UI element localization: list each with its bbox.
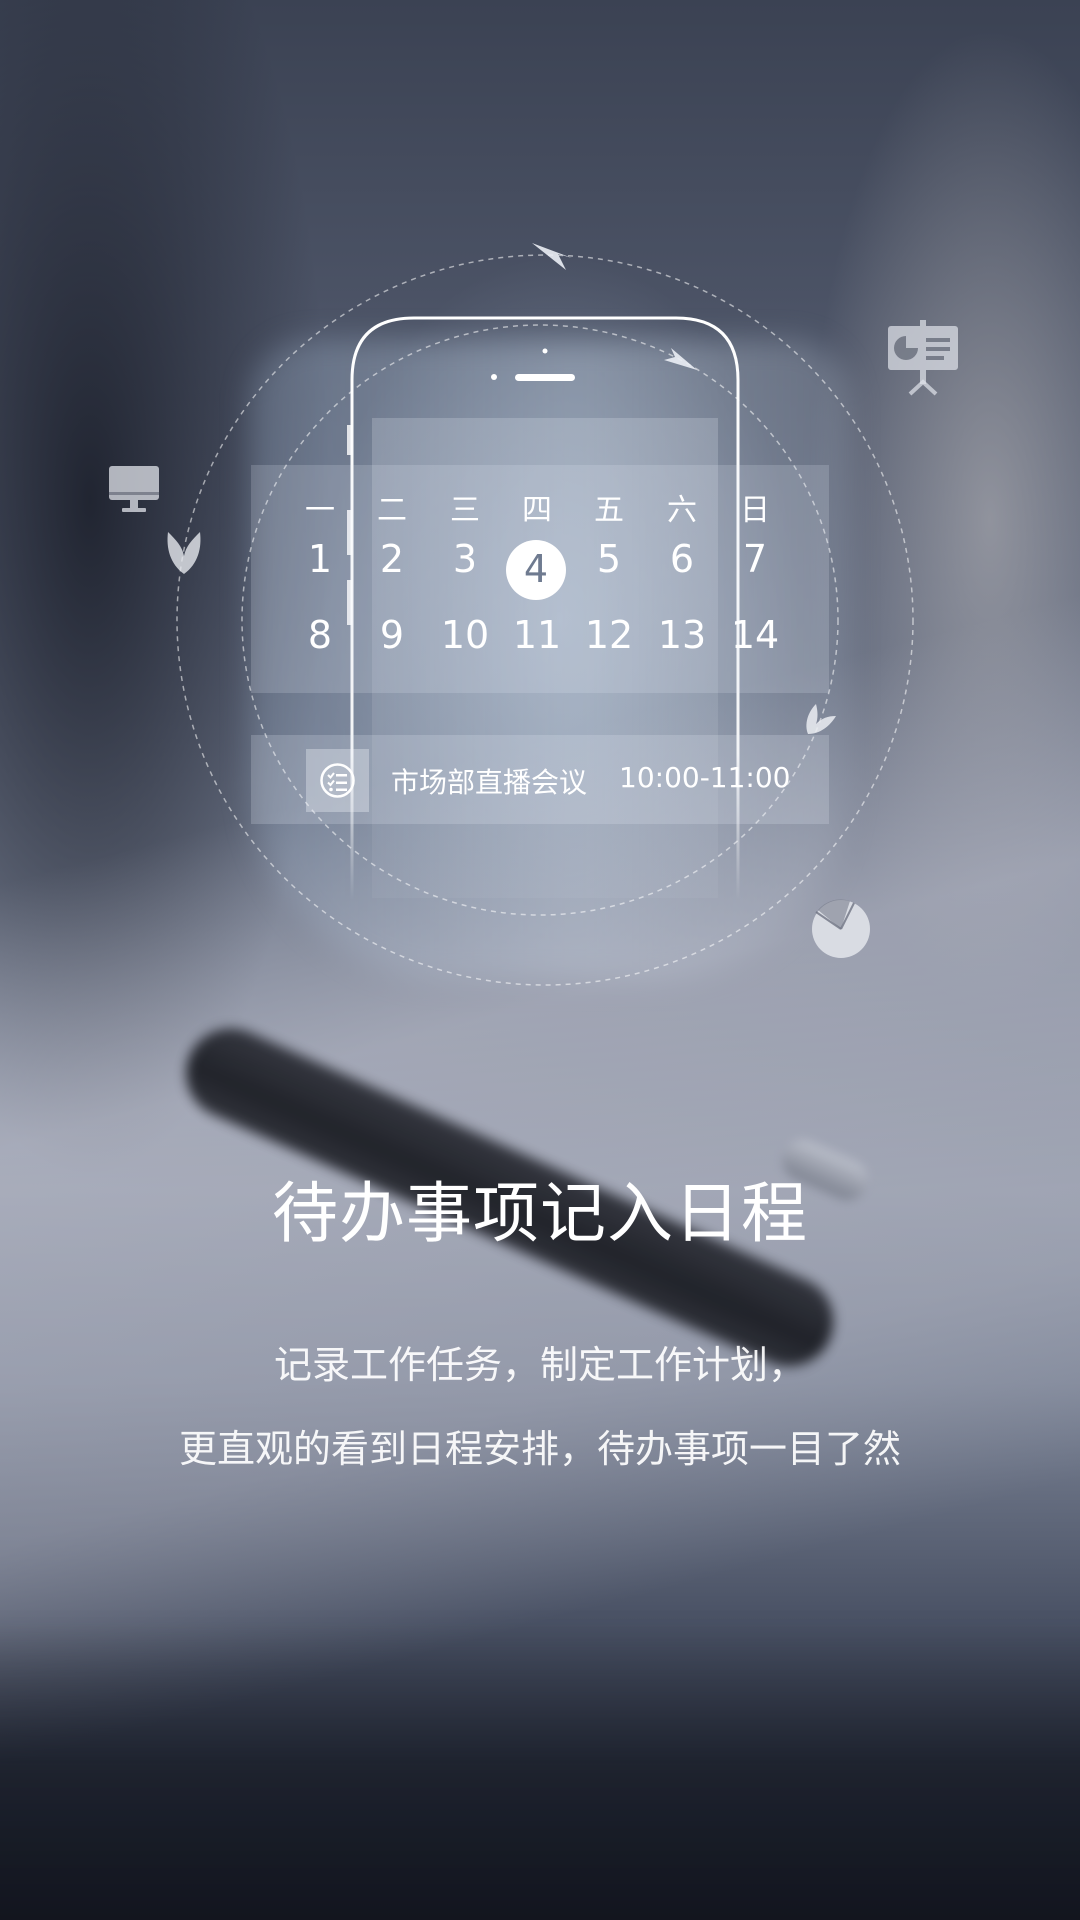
event-icon-box [306,749,369,812]
calendar-day[interactable]: 11 [502,613,572,657]
presentation-board-icon [888,320,958,396]
orbit-arrow-left [532,243,572,270]
leaf-icon-small [806,704,836,734]
calendar-day[interactable]: 2 [357,537,427,581]
feature-headline: 待办事项记入日程 [272,1175,808,1252]
schedule-event-item[interactable]: 市场部直播会议 10:00-11:00 [251,735,829,824]
calendar-day[interactable]: 13 [647,613,717,657]
calendar-day[interactable]: 7 [720,537,790,581]
weekday-label: 四 [522,493,552,528]
phone-speaker [515,374,575,381]
feature-illustration: 一 二 三 四 五 六 日 1 2 3 5 6 7 8 9 10 11 12 1… [0,0,1080,1920]
onboarding-screen: 一 二 三 四 五 六 日 1 2 3 5 6 7 8 9 10 11 12 1… [0,0,1080,1920]
calendar-day[interactable]: 6 [647,537,717,581]
pie-chart-icon [812,899,870,958]
orbit-and-phone-outline [176,243,914,986]
monitor-icon [109,466,159,512]
event-title: 市场部直播会议 [391,766,588,799]
calendar-day[interactable]: 10 [430,613,500,657]
phone-sensor-dot [542,348,548,354]
event-time: 10:00-11:00 [619,761,791,794]
calendar-day[interactable]: 9 [357,613,427,657]
calendar-day[interactable]: 12 [574,613,644,657]
weekday-label: 一 [305,493,335,528]
weekday-label: 三 [450,493,480,528]
weekday-label: 五 [594,493,624,528]
orbit-arrow-top-right [664,348,697,370]
calendar-day[interactable]: 8 [285,613,355,657]
feature-description-line-2: 更直观的看到日程安排，待办事项一目了然 [178,1427,901,1471]
feature-description-line-1: 记录工作任务，制定工作计划， [273,1343,806,1387]
selected-day-number: 4 [523,547,549,591]
weekday-label: 二 [377,493,407,528]
weekday-label: 日 [740,493,770,528]
calendar-day[interactable]: 3 [430,537,500,581]
phone-camera-dot [491,374,497,380]
selected-day-indicator[interactable]: 4 [506,540,566,600]
leaf-icon [167,532,201,574]
checklist-icon [320,763,355,798]
calendar-day[interactable]: 14 [720,613,790,657]
calendar-day[interactable]: 5 [574,537,644,581]
weekday-label: 六 [667,493,697,528]
calendar-day[interactable]: 1 [285,537,355,581]
